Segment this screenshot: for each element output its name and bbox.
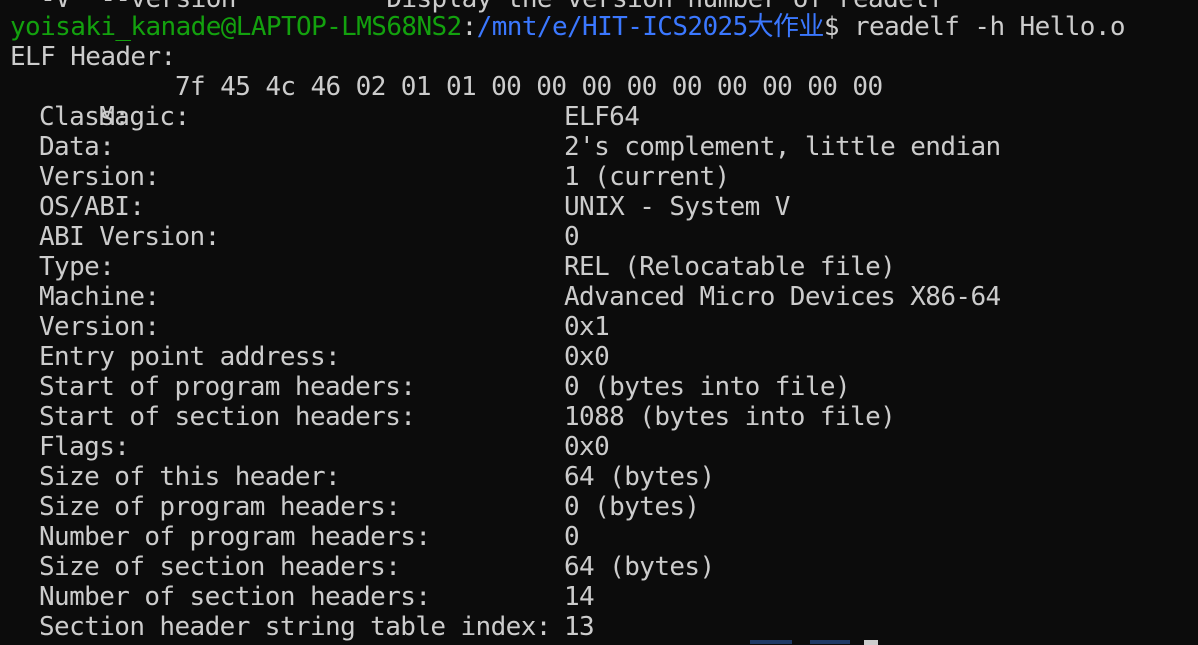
field-value: 0x1	[564, 312, 610, 342]
field-value: 2's complement, little endian	[564, 132, 1001, 162]
field-label: Size of section headers:	[39, 552, 401, 582]
field-label: Type:	[39, 252, 115, 282]
command-text: readelf -h Hello.o	[838, 12, 1126, 42]
field-row-section-headers-start: Start of section headers: 1088 (bytes int…	[39, 402, 896, 432]
field-value: 1 (current)	[564, 162, 730, 192]
field-label: ABI Version:	[39, 222, 220, 252]
field-label: Machine:	[39, 282, 160, 312]
field-value: Advanced Micro Devices X86-64	[564, 282, 1001, 312]
field-row-program-headers-start: Start of program headers: 0 (bytes into f…	[39, 372, 851, 402]
field-row-class: Class: ELF64	[39, 102, 640, 132]
field-row-type: Type: REL (Relocatable file)	[39, 252, 896, 282]
field-row-program-header-size: Size of program headers: 0 (bytes)	[39, 492, 700, 522]
field-value: ELF64	[564, 102, 640, 132]
field-value: 0 (bytes)	[564, 492, 700, 522]
field-row-section-header-count: Number of section headers: 14	[39, 582, 595, 612]
field-label: Start of program headers:	[39, 372, 416, 402]
field-label: Number of section headers:	[39, 582, 431, 612]
field-value: 0x0	[564, 432, 610, 462]
field-row-program-header-count: Number of program headers: 0	[39, 522, 580, 552]
magic-row: Magic: 7f 45 4c 46 02 01 01 00 00 00 00 …	[39, 72, 883, 132]
field-row-shstrndx: Section header string table index: 13	[39, 612, 595, 642]
field-value: REL (Relocatable file)	[564, 252, 896, 282]
field-value: 0x0	[564, 342, 610, 372]
magic-value: 7f 45 4c 46 02 01 01 00 00 00 00 00 00 0…	[175, 72, 883, 102]
field-label: Class:	[39, 102, 130, 132]
prompt-line: yoisaki_kanade@LAPTOP-LMS68NS2:/mnt/e/HI…	[10, 12, 1126, 42]
field-label: Number of program headers:	[39, 522, 431, 552]
field-label: Size of this header:	[39, 462, 341, 492]
field-row-version: Version: 1 (current)	[39, 162, 730, 192]
field-value: 13	[564, 612, 595, 642]
field-label: Data:	[39, 132, 115, 162]
elf-header-title: ELF Header:	[10, 42, 176, 72]
next-prompt-cutoff	[740, 636, 860, 645]
field-label: Start of section headers:	[39, 402, 416, 432]
field-row-version-hex: Version: 0x1	[39, 312, 610, 342]
field-value: 0	[564, 222, 580, 252]
terminal-cursor	[864, 640, 878, 645]
field-row-machine: Machine: Advanced Micro Devices X86-64	[39, 282, 1001, 312]
field-label: Section header string table index:	[39, 612, 551, 642]
field-row-os-abi: OS/ABI: UNIX - System V	[39, 192, 790, 222]
field-value: 64 (bytes)	[564, 552, 715, 582]
field-label: Flags:	[39, 432, 130, 462]
terminal-window[interactable]: -V --version Display the version number …	[0, 0, 1198, 645]
field-value: 1088 (bytes into file)	[564, 402, 896, 432]
field-label: Entry point address:	[39, 342, 341, 372]
prompt-separator: :	[461, 12, 478, 42]
field-label: Size of program headers:	[39, 492, 401, 522]
field-row-section-header-size: Size of section headers: 64 (bytes)	[39, 552, 715, 582]
cutoff-fragment	[750, 640, 792, 644]
field-label: Version:	[39, 162, 160, 192]
field-value: 0	[564, 522, 580, 552]
prompt-path: /mnt/e/HIT-ICS2025大作业	[476, 12, 825, 42]
prompt-user-host: yoisaki_kanade@LAPTOP-LMS68NS2	[10, 12, 462, 42]
field-label: OS/ABI:	[39, 192, 145, 222]
field-value: 14	[564, 582, 595, 612]
field-value: UNIX - System V	[564, 192, 790, 222]
field-value: 0 (bytes into file)	[564, 372, 851, 402]
field-row-entry-point: Entry point address: 0x0	[39, 342, 610, 372]
prompt-symbol: $	[823, 12, 840, 42]
field-row-header-size: Size of this header: 64 (bytes)	[39, 462, 715, 492]
field-row-flags: Flags: 0x0	[39, 432, 610, 462]
field-value: 64 (bytes)	[564, 462, 715, 492]
field-row-abi-version: ABI Version: 0	[39, 222, 580, 252]
field-row-data: Data: 2's complement, little endian	[39, 132, 1001, 162]
field-label: Version:	[39, 312, 160, 342]
cutoff-fragment	[810, 640, 850, 644]
